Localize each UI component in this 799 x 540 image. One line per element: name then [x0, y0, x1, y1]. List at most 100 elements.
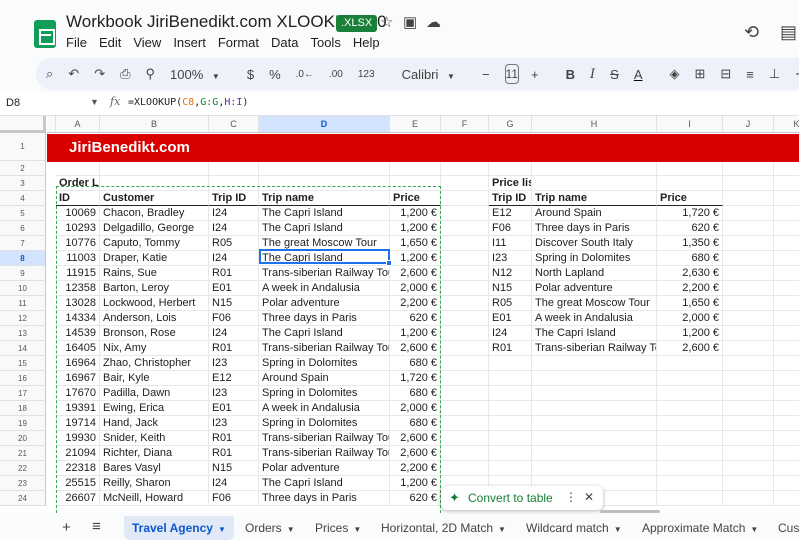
row-header-9[interactable]: 9 [0, 266, 46, 281]
order-cell[interactable]: Bares Vasyl [100, 461, 209, 476]
order-cell[interactable]: 1,200 € [390, 476, 441, 491]
cell-empty[interactable] [774, 446, 799, 461]
cell-empty[interactable] [489, 386, 532, 401]
borders-icon[interactable]: ⊞ [694, 66, 705, 82]
cell-empty[interactable] [489, 431, 532, 446]
price-list-title[interactable]: Price list [489, 176, 532, 191]
redo-icon[interactable]: ↷ [94, 66, 105, 82]
price-cell[interactable]: Spring in Dolomites [532, 251, 657, 266]
cell-empty[interactable] [441, 176, 489, 191]
cell-empty[interactable] [441, 296, 489, 311]
cell-empty[interactable] [489, 446, 532, 461]
title-banner[interactable]: JiriBenedikt.com [47, 134, 799, 162]
row-header-14[interactable]: 14 [0, 341, 46, 356]
star-icon[interactable]: ☆ [380, 13, 393, 31]
cell-empty[interactable] [657, 446, 723, 461]
order-cell[interactable]: I24 [209, 476, 259, 491]
cell-empty[interactable] [532, 356, 657, 371]
row-header-12[interactable]: 12 [0, 311, 46, 326]
cell-empty[interactable] [774, 251, 799, 266]
order-cell[interactable]: Zhao, Christopher [100, 356, 209, 371]
order-header-cell[interactable]: Price [390, 191, 441, 206]
order-cell[interactable]: Chacon, Bradley [100, 206, 209, 221]
order-header-cell[interactable]: Customer [100, 191, 209, 206]
cell-empty[interactable] [657, 356, 723, 371]
cell-empty[interactable] [441, 371, 489, 386]
column-header-g[interactable]: G [489, 116, 532, 133]
order-cell[interactable]: 680 € [390, 356, 441, 371]
order-cell[interactable]: 1,200 € [390, 326, 441, 341]
order-cell[interactable]: E12 [209, 371, 259, 386]
row-header-11[interactable]: 11 [0, 296, 46, 311]
order-cell[interactable]: 620 € [390, 311, 441, 326]
order-cell[interactable]: R01 [209, 431, 259, 446]
order-cell[interactable]: 25515 [56, 476, 100, 491]
cell-empty[interactable] [723, 356, 774, 371]
price-header-cell[interactable]: Trip ID [489, 191, 532, 206]
order-cell[interactable]: Snider, Keith [100, 431, 209, 446]
cell-empty[interactable] [774, 161, 799, 176]
menu-view[interactable]: View [133, 35, 161, 50]
price-cell[interactable]: I24 [489, 326, 532, 341]
search-menus-icon[interactable]: ⌕ [46, 66, 53, 82]
order-cell[interactable]: F06 [209, 491, 259, 506]
order-cell[interactable]: 21094 [56, 446, 100, 461]
increase-font-size-button[interactable]: + [531, 67, 539, 82]
order-cell[interactable]: Padilla, Dawn [100, 386, 209, 401]
row-header-18[interactable]: 18 [0, 401, 46, 416]
menu-format[interactable]: Format [218, 35, 259, 50]
percent-format-button[interactable]: % [269, 67, 281, 82]
row-header-23[interactable]: 23 [0, 476, 46, 491]
cell-empty[interactable] [441, 311, 489, 326]
order-cell[interactable]: I23 [209, 356, 259, 371]
cell-empty[interactable] [532, 401, 657, 416]
order-cell[interactable]: E01 [209, 281, 259, 296]
order-cell[interactable]: 2,600 € [390, 341, 441, 356]
cell-empty[interactable] [489, 461, 532, 476]
cell-empty[interactable] [723, 311, 774, 326]
horizontal-align-icon[interactable]: ≡ [746, 67, 754, 82]
order-cell[interactable]: 12358 [56, 281, 100, 296]
cell-empty[interactable] [723, 161, 774, 176]
comments-icon[interactable]: ▤ [780, 22, 797, 43]
cell-empty[interactable] [489, 161, 532, 176]
column-header-j[interactable]: J [723, 116, 774, 133]
column-header-i[interactable]: I [657, 116, 723, 133]
cell-empty[interactable] [774, 236, 799, 251]
order-cell[interactable]: 680 € [390, 386, 441, 401]
tab-travel-agency[interactable]: Travel Agency ▼ [124, 516, 234, 540]
move-folder-icon[interactable]: ▣ [403, 13, 417, 31]
price-cell[interactable]: 2,000 € [657, 311, 723, 326]
order-cell[interactable]: Anderson, Lois [100, 311, 209, 326]
cell-empty[interactable] [390, 176, 441, 191]
menu-file[interactable]: File [66, 35, 87, 50]
cell-empty[interactable] [774, 341, 799, 356]
order-cell[interactable]: Three days in Paris [259, 491, 390, 506]
cell-empty[interactable] [441, 356, 489, 371]
row-header-16[interactable]: 16 [0, 371, 46, 386]
print-icon[interactable]: ⎙ [120, 66, 130, 82]
order-cell[interactable]: 13028 [56, 296, 100, 311]
text-wrap-icon[interactable]: ⇥ [795, 66, 799, 82]
row-header-13[interactable]: 13 [0, 326, 46, 341]
order-cell[interactable]: The Capri Island [259, 221, 390, 236]
order-cell[interactable]: Ewing, Erica [100, 401, 209, 416]
price-cell[interactable]: Around Spain [532, 206, 657, 221]
order-cell[interactable]: A week in Andalusia [259, 401, 390, 416]
row-header-17[interactable]: 17 [0, 386, 46, 401]
price-cell[interactable]: F06 [489, 221, 532, 236]
cell-empty[interactable] [532, 386, 657, 401]
cell-empty[interactable] [774, 431, 799, 446]
cell-empty[interactable] [441, 461, 489, 476]
order-cell[interactable]: Richter, Diana [100, 446, 209, 461]
cloud-status-icon[interactable]: ☁ [426, 13, 441, 31]
cell-empty[interactable] [723, 221, 774, 236]
cell-empty[interactable] [259, 176, 390, 191]
order-cell[interactable]: Lockwood, Herbert [100, 296, 209, 311]
tab-cus[interactable]: Cus [770, 516, 799, 540]
order-cell[interactable]: 2,200 € [390, 296, 441, 311]
cell-empty[interactable] [209, 176, 259, 191]
add-sheet-icon[interactable]: + [62, 519, 71, 536]
order-cell[interactable]: I23 [209, 386, 259, 401]
name-box-dropdown-icon[interactable]: ▼ [90, 97, 99, 107]
